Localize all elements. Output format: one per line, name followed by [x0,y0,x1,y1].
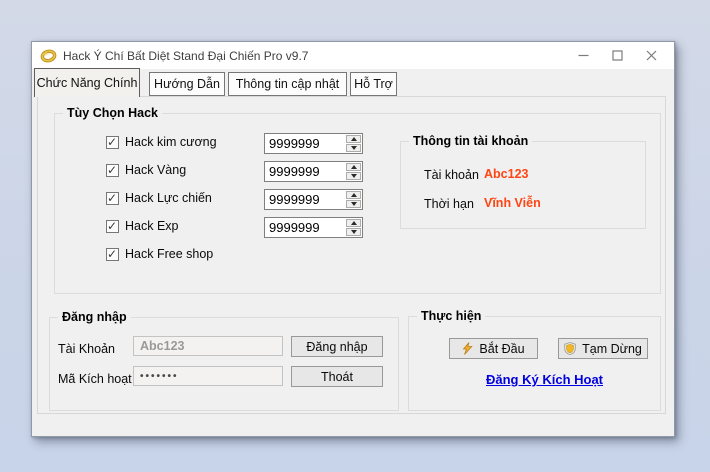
tab-thong-tin-cap-nhat[interactable]: Thông tin cập nhật [228,72,347,96]
label-hack-vang: Hack Vàng [125,163,186,177]
account-value: Abc123 [484,167,528,181]
spinner-exp-value[interactable]: 9999999 [265,218,345,237]
group-title-account-info: Thông tin tài khoản [409,133,532,149]
maximize-icon [612,50,623,61]
checkbox-hack-free-shop[interactable] [106,248,119,261]
spinner-down-icon[interactable] [346,200,361,208]
spinner-down-icon[interactable] [346,172,361,180]
lightning-icon [462,342,473,355]
register-activation-link[interactable]: Đăng Ký Kích Hoạt [486,372,603,387]
spinner-vang[interactable]: 9999999 [264,161,363,182]
shield-icon [564,342,576,355]
spinner-down-icon[interactable] [346,144,361,152]
group-title-execute: Thực hiện [417,308,485,324]
group-login: Đăng nhập [49,317,399,411]
spinner-up-icon[interactable] [346,219,361,227]
label-hack-luc-chien: Hack Lực chiến [125,191,212,205]
checkbox-hack-exp[interactable] [106,220,119,233]
minimize-icon [578,50,589,61]
pause-button[interactable]: Tạm Dừng [558,338,648,359]
account-label: Tài khoản [424,168,479,182]
window-controls [566,42,668,69]
checkbox-hack-luc-chien[interactable] [106,192,119,205]
activation-label: Mã Kích hoạt [58,372,132,386]
username-label: Tài Khoản [58,342,115,356]
group-title-login: Đăng nhập [58,309,131,325]
spinner-exp[interactable]: 9999999 [264,217,363,238]
spinner-kim-cuong-value[interactable]: 9999999 [265,134,345,153]
spinner-luc-chien-value[interactable]: 9999999 [265,190,345,209]
title-bar: Hack Ý Chí Bất Diệt Stand Đại Chiến Pro … [32,42,674,69]
tab-ho-tro[interactable]: Hỗ Trợ [350,72,397,96]
label-hack-kim-cuong: Hack kim cương [125,135,217,149]
gold-ring-icon [40,48,57,64]
tab-chuc-nang-chinh[interactable]: Chức Năng Chính [34,68,140,97]
spinner-up-icon[interactable] [346,163,361,171]
tab-huong-dan[interactable]: Hướng Dẫn [149,72,225,96]
app-window: Hack Ý Chí Bất Diệt Stand Đại Chiến Pro … [31,41,675,437]
username-input[interactable]: Abc123 [133,336,283,356]
label-hack-free-shop: Hack Free shop [125,247,213,261]
close-icon [646,50,657,61]
spinner-vang-value[interactable]: 9999999 [265,162,345,181]
spinner-kim-cuong[interactable]: 9999999 [264,133,363,154]
spinner-down-icon[interactable] [346,228,361,236]
duration-label: Thời hạn [424,197,474,211]
duration-value: Vĩnh Viễn [484,196,541,210]
label-hack-exp: Hack Exp [125,219,179,233]
start-button[interactable]: Bắt Đầu [449,338,538,359]
spinner-up-icon[interactable] [346,191,361,199]
checkbox-hack-kim-cuong[interactable] [106,136,119,149]
spinner-up-icon[interactable] [346,135,361,143]
activation-input[interactable]: ••••••• [133,366,283,386]
spinner-luc-chien[interactable]: 9999999 [264,189,363,210]
group-account-info: Thông tin tài khoản [400,141,646,229]
minimize-button[interactable] [566,42,600,69]
group-title-hack-options: Tùy Chọn Hack [63,105,162,121]
window-title: Hack Ý Chí Bất Diệt Stand Đại Chiến Pro … [63,49,308,63]
exit-button[interactable]: Thoát [291,366,383,387]
checkbox-hack-vang[interactable] [106,164,119,177]
group-execute: Thực hiện [408,316,661,411]
close-button[interactable] [634,42,668,69]
login-button[interactable]: Đăng nhập [291,336,383,357]
maximize-button[interactable] [600,42,634,69]
